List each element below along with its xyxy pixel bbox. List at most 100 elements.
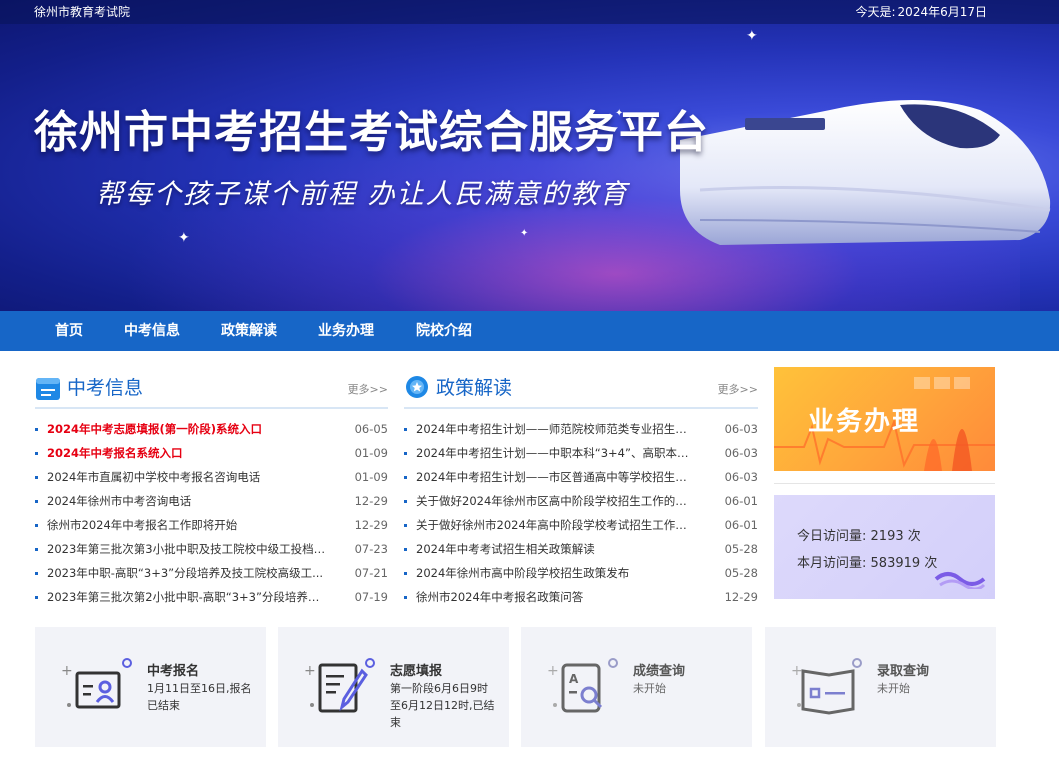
bullet-icon [404,572,407,575]
business-banner[interactable]: 业务办理 [774,367,995,471]
bullet-icon [404,500,407,503]
bullet-icon [35,572,38,575]
svg-text:+: + [791,663,803,679]
month-visits: 本月访问量: 583919 次 [797,552,937,571]
news-title-link[interactable]: 2024年徐州市中考咨询电话 [47,489,329,513]
news-date: 12-29 [724,590,758,604]
card-score-query[interactable]: + A 成绩查询 未开始 [521,627,752,747]
section-header: 政策解读 更多>> [404,371,758,409]
news-item[interactable]: 2024年中考招生计划——中职本科“3+4”、高职本科... 06-03 [404,441,758,465]
news-date: 07-23 [354,542,388,556]
bullet-icon [404,548,407,551]
news-title-link[interactable]: 2023年中职-高职“3+3”分段培养及技工院校高级工... [47,561,329,585]
bullet-icon [404,428,407,431]
news-title-link[interactable]: 2023年第三批次第2小批中职-高职“3+3”分段培养及... [47,585,329,609]
news-item[interactable]: 2024年市直属初中学校中考报名咨询电话 01-09 [35,465,388,489]
more-link[interactable]: 更多>> [348,381,388,397]
news-item[interactable]: 2024年中考招生计划——市区普通高中等学校招生计划 06-03 [404,465,758,489]
form-pen-icon: + [304,658,375,713]
news-item[interactable]: 2023年中职-高职“3+3”分段培养及技工院校高级工... 07-21 [35,561,388,585]
news-title-link[interactable]: 2024年中考招生计划——市区普通高中等学校招生计划 [416,465,698,489]
award-badge-icon [406,376,428,398]
news-title-link[interactable]: 徐州市2024年中考报名工作即将开始 [47,513,329,537]
svg-text:+: + [61,663,73,679]
nav-policy[interactable]: 政策解读 [221,311,277,351]
today-visits-value: 2193 [870,529,904,544]
nav-home[interactable]: 首页 [55,311,83,351]
hero-banner: ✦ ✦ ✦ ✦ ✦ 徐州市教育考试院 今天是:2024年6月17日 徐州市中考招… [0,0,1059,311]
bullet-icon [404,476,407,479]
visits-unit: 次 [907,529,921,544]
news-date: 12-29 [354,494,388,508]
news-title-link[interactable]: 2024年中考招生计划——中职本科“3+4”、高职本科... [416,441,698,465]
top-bar: 徐州市教育考试院 今天是: 2024年6月17日 [0,0,1059,24]
card-title: 中考报名 [147,664,200,679]
news-item[interactable]: 2023年第三批次第3小批中职及技工院校中级工投档分... 07-23 [35,537,388,561]
news-item[interactable]: 2024年中考考试招生相关政策解读 05-28 [404,537,758,561]
news-title-link[interactable]: 2024年中考考试招生相关政策解读 [416,537,698,561]
svg-text:+: + [547,663,559,679]
news-item[interactable]: 关于做好徐州市2024年高中阶段学校考试招生工作的通知 06-01 [404,513,758,537]
sparkle-icon: ✦ [746,28,758,44]
news-title-link[interactable]: 2024年徐州市高中阶段学校招生政策发布 [416,561,698,585]
news-title-link[interactable]: 徐州市2024年中考报名政策问答 [416,585,698,609]
svg-text:+: + [304,663,316,679]
bullet-icon [404,524,407,527]
news-title-link[interactable]: 2024年市直属初中学校中考报名咨询电话 [47,465,329,489]
bullet-icon [35,476,38,479]
news-item[interactable]: 2024年徐州市高中阶段学校招生政策发布 05-28 [404,561,758,585]
news-date: 01-09 [354,446,388,460]
news-item[interactable]: 2024年中考招生计划——师范院校师范类专业招生计划 06-03 [404,417,758,441]
date-label: 今天是: [855,5,896,19]
news-item[interactable]: 徐州市2024年中考报名工作即将开始 12-29 [35,513,388,537]
news-item[interactable]: 2024年徐州市中考咨询电话 12-29 [35,489,388,513]
news-list: 2024年中考志愿填报(第一阶段)系统入口 06-05 2024年中考报名系统入口 0… [35,417,388,609]
bullet-icon [35,596,38,599]
month-visits-label: 本月访问量: [797,556,867,571]
bullet-icon [404,596,407,599]
banner-slogan: 帮每个孩子谋个前程 办让人民满意的教育 [96,179,629,210]
news-date: 06-03 [724,470,758,484]
nav-zhongkao-info[interactable]: 中考信息 [124,311,180,351]
zhongkao-news-section: 中考信息 更多>> 2024年中考志愿填报(第一阶段)系统入口 06-05 2024… [35,371,388,609]
news-item[interactable]: 2023年第三批次第2小批中职-高职“3+3”分段培养及... 07-19 [35,585,388,609]
bullet-icon [404,452,407,455]
news-date: 06-05 [354,422,388,436]
news-date: 06-03 [724,446,758,460]
nav-business[interactable]: 业务办理 [318,311,374,351]
nav-schools[interactable]: 院校介绍 [416,311,472,351]
news-title-link[interactable]: 2024年中考志愿填报(第一阶段)系统入口 [47,417,329,441]
policy-news-section: 政策解读 更多>> 2024年中考招生计划——师范院校师范类专业招生计划 06-0… [404,371,758,609]
score-search-icon: + A [547,658,618,713]
more-link[interactable]: 更多>> [718,381,758,397]
card-title: 录取查询 [877,664,930,679]
news-item[interactable]: 徐州市2024年中考报名政策问答 12-29 [404,585,758,609]
card-application[interactable]: + 志愿填报 第一阶段6月6日9时至6月12日12时,已结束 [278,627,509,747]
news-title-link[interactable]: 关于做好2024年徐州市区高中阶段学校招生工作的通知 [416,489,698,513]
card-status: 第一阶段6月6日9时至6月12日12时,已结束 [390,682,495,729]
card-status: 未开始 [633,682,666,695]
news-date: 05-28 [724,566,758,580]
news-item[interactable]: 2024年中考志愿填报(第一阶段)系统入口 06-05 [35,417,388,441]
admission-book-icon: + [791,658,862,715]
news-date: 07-19 [354,590,388,604]
news-title-link[interactable]: 2024年中考报名系统入口 [47,441,329,465]
sparkle-icon: ✦ [520,228,529,239]
news-title-link[interactable]: 关于做好徐州市2024年高中阶段学校考试招生工作的通知 [416,513,698,537]
divider [774,483,995,484]
bullet-icon [35,452,38,455]
section-title: 政策解读 [436,377,513,399]
card-registration[interactable]: + 中考报名 1月11日至16日,报名已结束 [35,627,266,747]
news-item[interactable]: 关于做好2024年徐州市区高中阶段学校招生工作的通知 06-01 [404,489,758,513]
card-admission-query[interactable]: + 录取查询 未开始 [765,627,996,747]
today-visits: 今日访问量: 2193 次 [797,525,921,544]
id-card-icon: + [61,658,132,709]
news-title-link[interactable]: 2024年中考招生计划——师范院校师范类专业招生计划 [416,417,698,441]
news-list: 2024年中考招生计划——师范院校师范类专业招生计划 06-03 2024年中考招生… [404,417,758,609]
news-item[interactable]: 2024年中考报名系统入口 01-09 [35,441,388,465]
visit-stats-panel: 今日访问量: 2193 次 本月访问量: 583919 次 [774,495,995,599]
date-value: 2024年6月17日 [897,5,987,19]
news-date: 05-28 [724,542,758,556]
card-status: 1月11日至16日,报名已结束 [147,682,252,712]
news-title-link[interactable]: 2023年第三批次第3小批中职及技工院校中级工投档分... [47,537,329,561]
